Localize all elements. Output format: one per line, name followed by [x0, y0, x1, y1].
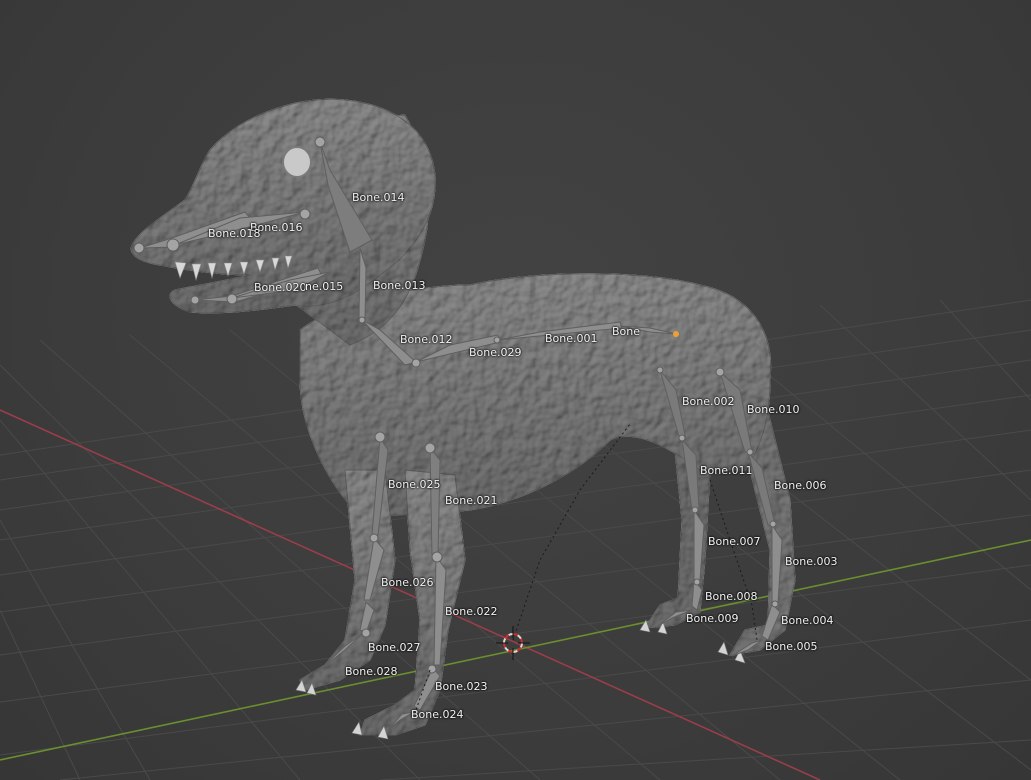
3d-viewport[interactable]: Bone.014 Bone.016 Bone.018 Bone.020 ne.0…	[0, 0, 1031, 780]
3d-cursor-icon[interactable]	[0, 0, 1031, 780]
